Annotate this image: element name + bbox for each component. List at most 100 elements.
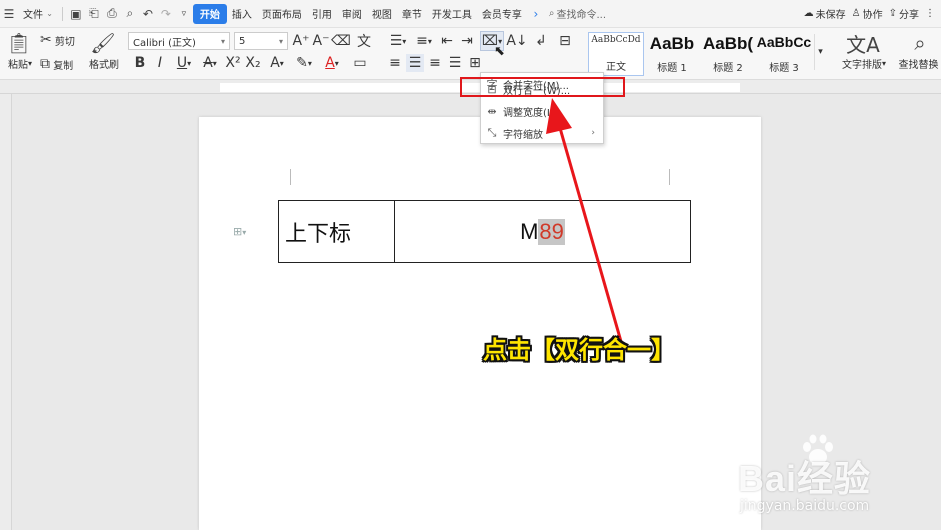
copy-button[interactable]: ⧉ 复制 [40,56,84,72]
font-name-select[interactable]: Calibri (正文) ▾ [128,32,230,50]
save-icon[interactable]: ▣ [67,4,85,24]
unsaved-button[interactable]: ☁ 未保存 [804,6,846,21]
share-button[interactable]: ⇪ 分享 [889,6,919,21]
print-icon[interactable]: ⎙ [103,4,121,24]
page-corner-mark [283,169,291,185]
style-heading-3[interactable]: AaBbCc 标题 3 [756,32,812,76]
tab-insert[interactable]: 插入 [227,4,257,24]
style-sample: AaBbCcDd [591,35,641,45]
highlight-icon[interactable]: ✎ ▾ [292,54,316,72]
paste-icon[interactable]: 📋︎ [6,31,32,55]
collab-button[interactable]: ♙ 协作 [852,6,883,21]
char-border-icon[interactable]: ▭ [348,54,372,72]
table-handle-icon[interactable]: ⊞▾ [233,225,246,238]
vertical-ruler[interactable] [0,94,12,530]
user-icon: ♙ [851,8,861,19]
style-normal[interactable]: AaBbCcDd 正文 [588,32,644,76]
menu-item-char-scale[interactable]: ⤡ 字符缩放 › [481,122,603,144]
tab-view[interactable]: 视图 [367,4,397,24]
tab-member[interactable]: 会员专享 [477,4,527,24]
style-label: 标题 2 [713,63,743,74]
text-layout-button[interactable]: 文字排版 ▾ [834,56,894,71]
font-size-select[interactable]: 5 ▾ [234,32,288,50]
decrease-indent-icon[interactable]: ⇤ [438,32,456,50]
baidu-watermark: Bai经验 jingyan.baidu.com [720,434,930,526]
tab-stops-icon[interactable]: ⊟ [554,32,576,50]
sort-icon[interactable]: A↓ [506,32,527,50]
more-options-icon[interactable]: ⋮ [925,8,935,19]
search-placeholder: 查找命令... [556,10,607,21]
strikethrough-icon[interactable]: A ▾ [198,54,222,72]
text-effect-icon[interactable]: A ▾ [266,54,288,72]
share-label: 分享 [899,10,919,21]
format-painter-button[interactable]: 格式刷 [84,56,124,71]
style-heading-1[interactable]: AaBb 标题 1 [644,32,700,76]
style-label: 标题 3 [769,63,799,74]
menu-item-adjust-width[interactable]: ⇹ 调整宽度(I)... [481,100,603,122]
clear-format-icon[interactable]: ⌫ [331,32,351,50]
subscript-icon[interactable]: X₂ [244,54,262,72]
increase-indent-icon[interactable]: ⇥ [458,32,476,50]
brush-icon[interactable]: 🖌︎ [88,31,118,55]
numbered-list-icon[interactable]: ≡ ▾ [412,32,436,50]
font-color-icon[interactable]: A ▾ [320,54,344,72]
cell-text: 上下标 [285,221,352,247]
text-layout-icon[interactable]: 文A [838,32,888,57]
print-preview-icon[interactable]: ⌕ [121,4,139,24]
align-center-icon[interactable]: ☰ [406,54,424,72]
find-icon[interactable]: ⌕ [904,31,936,55]
command-search[interactable]: ⌕ 查找命令... [549,6,649,21]
table-cell[interactable]: 上下标 [279,201,395,262]
export-pdf-icon[interactable]: ⎗ [85,4,103,24]
menu-item-label: 字符缩放 [503,129,543,141]
undo-icon[interactable]: ↶ [139,4,157,24]
menu-bar: ☰ 文件 ⌄ ▣ ⎗ ⎙ ⌕ ↶ ↷ ▿ 开始 插入 页面布局 引用 审阅 视图… [0,0,941,28]
customize-chevron-icon[interactable]: ▿ [175,4,193,24]
style-heading-2[interactable]: AaBb( 标题 2 [700,32,756,76]
align-right-icon[interactable]: ≡ [426,54,444,72]
document-table[interactable]: 上下标 M 89 [278,200,691,263]
find-replace-button[interactable]: 查找替换 [896,56,941,71]
chevron-down-icon: ▾ [27,58,32,68]
paste-button[interactable]: 粘贴 ▾ [4,56,36,71]
file-menu[interactable]: 文件 ⌄ [18,4,58,24]
callout-text: 点击【双行合一】 [483,336,675,364]
style-label: 标题 1 [657,63,687,74]
align-left-icon[interactable]: ≡ [386,54,404,72]
show-marks-icon[interactable]: ↲ [530,32,552,50]
tab-chapter[interactable]: 章节 [397,4,427,24]
adjust-width-icon: ⇹ [487,104,497,118]
grow-font-icon[interactable]: A⁺ [292,32,310,50]
distribute-icon[interactable]: ⊞ [466,54,484,72]
bold-icon[interactable]: B [132,54,148,72]
bullet-list-icon[interactable]: ☰ ▾ [386,32,410,50]
tab-review[interactable]: 审阅 [337,4,367,24]
ribbon-toolbar: 📋︎ 粘贴 ▾ ✂ 剪切 ⧉ 复制 🖌︎ 格式刷 Calibri (正文) ▾ 5 ▾… [0,28,941,80]
styles-more-icon[interactable]: ▾ [814,34,826,70]
table-cell[interactable]: M 89 [395,201,690,262]
copy-label: 复制 [53,60,74,72]
superscript-icon[interactable]: X² [224,54,242,72]
hamburger-menu-icon[interactable]: ☰ [0,4,18,24]
tab-references[interactable]: 引用 [307,4,337,24]
chevron-down-icon: ⌄ [46,9,53,18]
document-page[interactable]: 上下标 M 89 [199,117,761,530]
scissors-icon: ✂ [40,32,52,48]
selected-text: 89 [538,218,565,245]
underline-icon[interactable]: U ▾ [172,54,196,72]
phonetic-icon[interactable]: 文 [352,32,376,50]
char-scale-icon: ⤡ [487,126,497,139]
cut-button[interactable]: ✂ 剪切 [40,32,84,48]
copy-icon: ⧉ [40,56,50,72]
shrink-font-icon[interactable]: A⁻ [312,32,330,50]
style-sample: AaBb [649,34,695,53]
italic-icon[interactable]: I [152,54,168,72]
tab-home[interactable]: 开始 [192,3,227,24]
justify-icon[interactable]: ☰ [446,54,464,72]
tab-page-layout[interactable]: 页面布局 [257,4,307,24]
tab-developer[interactable]: 开发工具 [427,4,477,24]
unsaved-label: 未保存 [815,10,846,21]
more-tabs-icon[interactable]: › [527,4,545,24]
chevron-down-icon: ▾ [220,36,225,46]
redo-icon[interactable]: ↷ [157,4,175,24]
